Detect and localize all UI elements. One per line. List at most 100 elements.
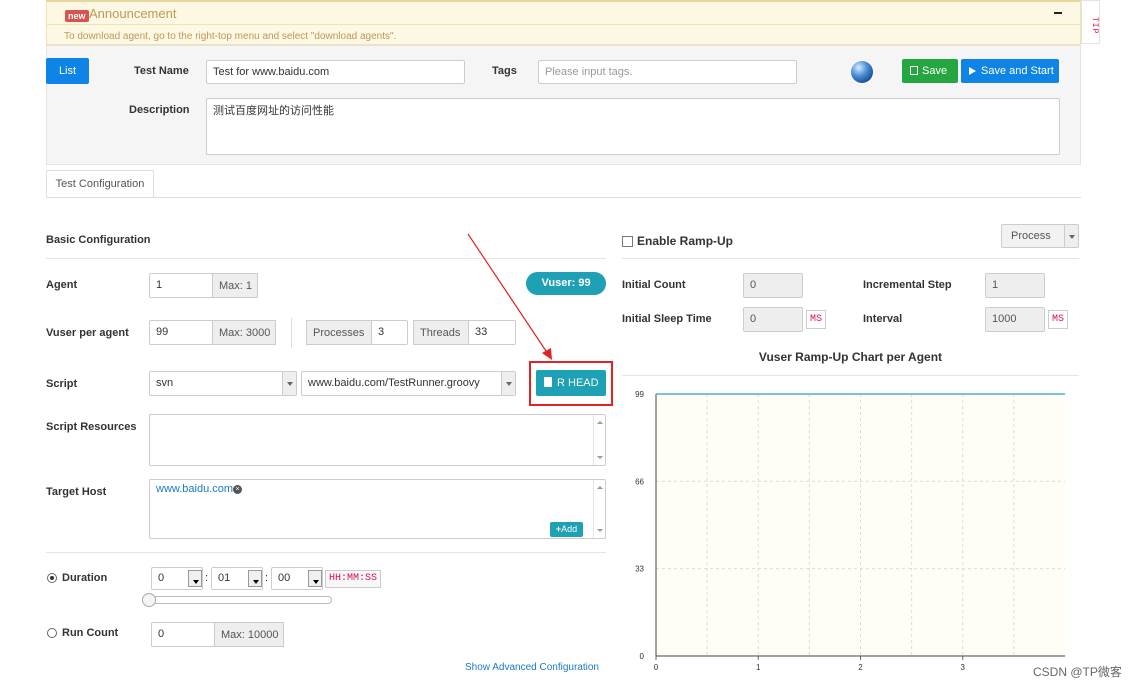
duration-seconds-value: 00 [278, 572, 291, 584]
divider [622, 258, 1079, 259]
chevron-down-icon [248, 570, 262, 587]
divider [622, 375, 1079, 376]
save-button[interactable]: Save [902, 59, 958, 83]
x-tick-label: 0 [654, 663, 659, 672]
interval-label: Interval [863, 313, 903, 325]
tip-tab[interactable]: TIP [1081, 0, 1100, 44]
script-label: Script [46, 378, 78, 390]
duration-slider-track[interactable] [143, 596, 332, 604]
duration-minutes-value: 01 [218, 572, 231, 584]
initial-count-input[interactable]: 0 [743, 273, 803, 298]
tags-label: Tags [492, 65, 517, 77]
tab-test-configuration[interactable]: Test Configuration [46, 170, 154, 198]
vuser-per-agent-label: Vuser per agent [46, 327, 129, 339]
enable-rampup-checkbox[interactable] [622, 236, 633, 247]
list-button[interactable]: List [46, 58, 89, 84]
enable-rampup-label: Enable Ramp-Up [637, 234, 734, 248]
watermark: CSDN @TP微客 [1033, 665, 1122, 679]
play-icon [969, 67, 976, 75]
divider [46, 552, 606, 553]
time-separator: : [205, 572, 209, 584]
rhead-button[interactable]: R HEAD [536, 370, 606, 396]
script-resources-textarea[interactable] [149, 414, 606, 466]
basic-configuration-title: Basic Configuration [46, 234, 151, 246]
scrollbar[interactable] [593, 415, 605, 465]
script-resources-label: Script Resources [46, 421, 137, 433]
vuser-rampup-chart: 0 33 66 99 0 1 2 3 [635, 390, 1065, 672]
duration-minutes-select[interactable]: 01 [211, 567, 263, 590]
save-button-label: Save [922, 65, 948, 77]
chevron-down-icon [308, 570, 322, 587]
target-host-label: Target Host [46, 486, 107, 498]
new-badge: new [65, 10, 89, 22]
test-name-label: Test Name [134, 65, 189, 77]
duration-radio[interactable] [47, 573, 57, 583]
incremental-step-label: Incremental Step [863, 279, 952, 291]
target-host-item[interactable]: www.baidu.com [156, 483, 233, 495]
rhead-button-label: R HEAD [557, 377, 599, 389]
agent-max-addon: Max: 1 [212, 273, 258, 298]
ms-unit: MS [1048, 310, 1068, 329]
time-separator: : [265, 572, 269, 584]
script-file-select[interactable]: www.baidu.com/TestRunner.groovy [301, 371, 516, 396]
chart-title: Vuser Ramp-Up Chart per Agent [758, 350, 943, 364]
y-tick-label: 66 [635, 477, 644, 486]
ms-unit: MS [806, 310, 826, 329]
scrollbar[interactable] [593, 480, 605, 538]
run-count-max-addon: Max: 10000 [214, 622, 284, 647]
show-advanced-configuration-link[interactable]: Show Advanced Configuration [465, 662, 599, 673]
remove-icon[interactable]: × [233, 485, 242, 494]
save-and-start-button[interactable]: Save and Start [961, 59, 1059, 83]
processes-addon: Processes [306, 320, 372, 345]
processes-input[interactable]: 3 [371, 320, 408, 345]
initial-count-label: Initial Count [622, 279, 686, 291]
agent-label: Agent [46, 279, 78, 291]
status-globe-icon [851, 61, 873, 83]
add-host-button[interactable]: +Add [550, 522, 583, 537]
announcement-panel: new Announcement To download agent, go t… [46, 0, 1081, 45]
run-count-label: Run Count [62, 627, 119, 639]
copy-icon [910, 66, 918, 75]
chevron-down-icon [501, 372, 515, 395]
rampup-mode-value: Process [1011, 230, 1051, 242]
announcement-title: Announcement [89, 6, 177, 21]
rampup-mode-select[interactable]: Process [1001, 224, 1079, 248]
vuser-per-agent-input[interactable]: 99 [149, 320, 213, 345]
x-tick-label: 3 [961, 663, 966, 672]
add-button-label: Add [561, 524, 578, 534]
duration-format-hint: HH:MM:SS [325, 570, 382, 588]
x-tick-label: 2 [858, 663, 863, 672]
duration-hours-value: 0 [158, 572, 165, 584]
initial-sleep-time-label: Initial Sleep Time [622, 313, 712, 325]
duration-seconds-select[interactable]: 00 [271, 567, 323, 590]
interval-input[interactable]: 1000 [985, 307, 1045, 332]
y-tick-label: 99 [635, 390, 644, 399]
y-tick-label: 0 [640, 652, 645, 661]
chevron-down-icon [1064, 225, 1078, 247]
script-repo-select[interactable]: svn [149, 371, 297, 396]
script-file-value: www.baidu.com/TestRunner.groovy [308, 377, 480, 389]
y-tick-label: 33 [635, 565, 644, 574]
tags-input[interactable]: Please input tags. [538, 60, 797, 84]
divider [47, 24, 1080, 25]
agent-input[interactable]: 1 [149, 273, 213, 298]
description-label: Description [129, 104, 190, 116]
divider [291, 318, 292, 348]
description-textarea[interactable]: 测试百度网址的访问性能 [206, 98, 1060, 155]
duration-slider-handle[interactable] [142, 593, 156, 607]
chevron-down-icon [188, 570, 202, 587]
duration-label: Duration [62, 572, 108, 584]
chevron-down-icon [282, 372, 296, 395]
incremental-step-input[interactable]: 1 [985, 273, 1045, 298]
run-count-input[interactable]: 0 [151, 622, 215, 647]
file-icon [544, 377, 552, 387]
annotation-arrow [467, 233, 552, 360]
duration-hours-select[interactable]: 0 [151, 567, 203, 590]
run-count-radio[interactable] [47, 628, 57, 638]
announcement-message: To download agent, go to the right-top m… [64, 31, 397, 42]
initial-sleep-time-input[interactable]: 0 [743, 307, 803, 332]
tab-divider [46, 197, 1081, 198]
script-repo-value: svn [156, 377, 174, 389]
test-name-input[interactable]: Test for www.baidu.com [206, 60, 465, 84]
collapse-icon[interactable] [1054, 12, 1062, 14]
